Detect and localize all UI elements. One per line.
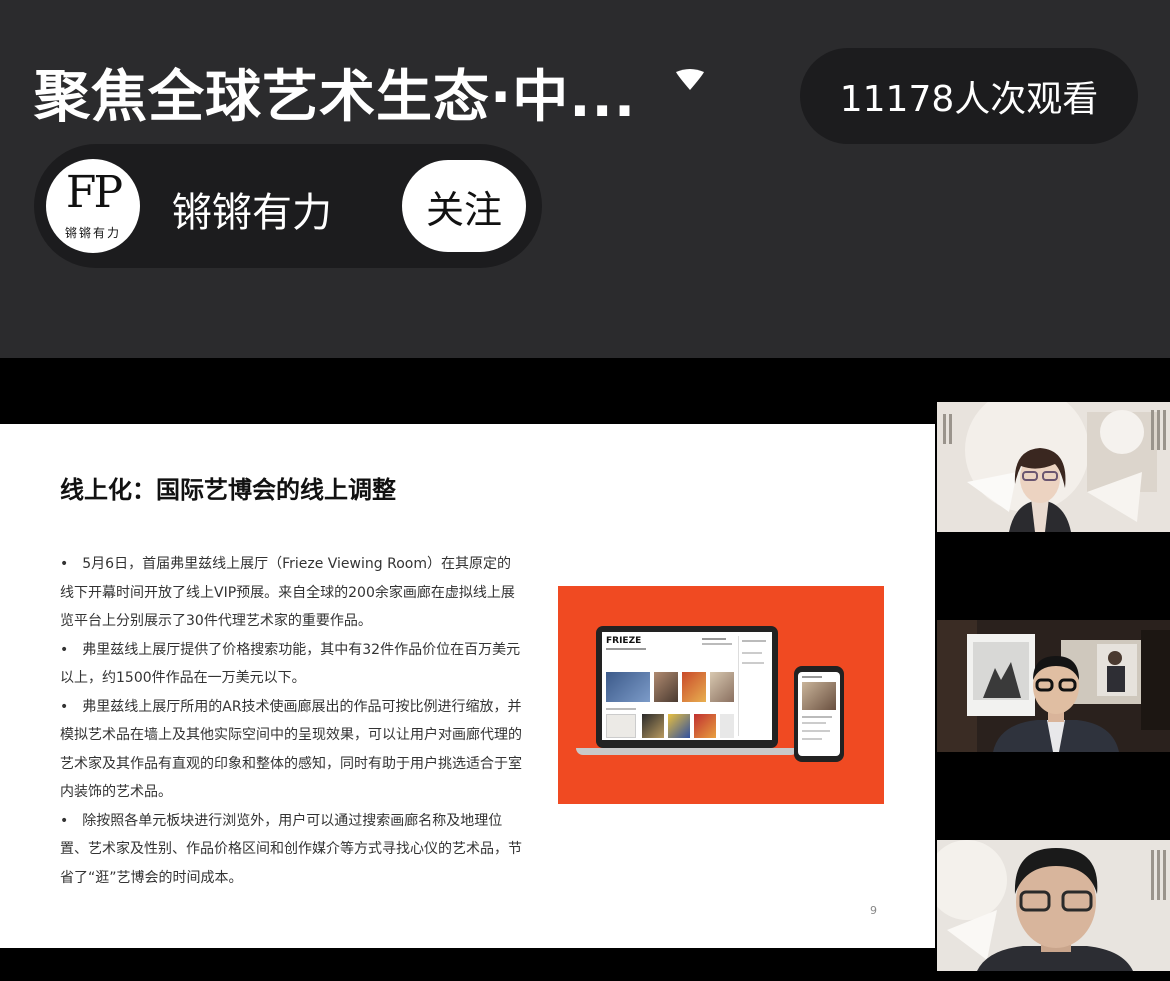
artwork-thumbnail <box>694 714 716 738</box>
avatar-caption: 锵锵有力 <box>64 226 121 240</box>
live-video-area[interactable]: 线上化：国际艺博会的线上调整 • 5月6日，首届弗里兹线上展厅（Frieze V… <box>0 358 1170 981</box>
author-name[interactable]: 锵锵有力 <box>172 180 332 238</box>
avatar-logo: FP <box>65 167 123 218</box>
laptop-base <box>576 748 798 755</box>
avatar[interactable]: FP 锵锵有力 <box>46 159 140 253</box>
phone-screen <box>798 672 840 756</box>
caret-down-icon[interactable] <box>672 68 708 92</box>
participant-video-2[interactable] <box>937 620 1170 752</box>
laptop-mockup: FRIEZE <box>596 626 778 748</box>
author-card[interactable]: FP 锵锵有力 锵锵有力 关注 <box>34 144 542 268</box>
artwork-thumbnail <box>642 714 664 738</box>
participant-video-3-scene <box>937 840 1170 971</box>
participant-video-3[interactable] <box>937 840 1170 971</box>
viewer-count-badge: 11178人次观看 <box>800 48 1138 144</box>
presentation-slide: 线上化：国际艺博会的线上调整 • 5月6日，首届弗里兹线上展厅（Frieze V… <box>0 424 935 948</box>
artwork-thumbnail <box>802 682 836 710</box>
slide-bullet: • 弗里兹线上展厅提供了价格搜索功能，其中有32件作品价位在百万美元以上，约15… <box>60 641 521 687</box>
slide-illustration: FRIEZE <box>558 586 884 804</box>
artwork-thumbnail <box>606 714 636 738</box>
artwork-thumbnail <box>606 672 650 702</box>
artwork-thumbnail <box>668 714 690 738</box>
frieze-logo: FRIEZE <box>606 636 642 646</box>
live-title[interactable]: 聚焦全球艺术生态·中... <box>34 52 636 133</box>
slide-title: 线上化：国际艺博会的线上调整 <box>60 476 396 504</box>
participant-video-1[interactable] <box>937 402 1170 532</box>
laptop-screen: FRIEZE <box>602 632 772 740</box>
artwork-thumbnail <box>682 672 706 702</box>
slide-page-number: 9 <box>870 904 877 917</box>
viewer-count-text: 11178人次观看 <box>839 79 1099 120</box>
follow-button[interactable]: 关注 <box>402 160 526 252</box>
artwork-thumbnail <box>710 672 734 702</box>
participant-video-2-scene <box>937 620 1170 752</box>
artwork-thumbnail <box>654 672 678 702</box>
slide-bullet: • 弗里兹线上展厅所用的AR技术使画廊展出的作品可按比例进行缩放，并模拟艺术品在… <box>60 698 522 801</box>
participant-video-1-scene <box>937 402 1170 532</box>
slide-bullet-list: • 5月6日，首届弗里兹线上展厅（Frieze Viewing Room）在其原… <box>60 550 522 892</box>
artwork-thumbnail <box>720 714 734 738</box>
phone-mockup <box>794 666 844 762</box>
slide-bullet: • 除按照各单元板块进行浏览外，用户可以通过搜索画廊名称及地理位置、艺术家及性别… <box>60 812 522 886</box>
slide-bullet: • 5月6日，首届弗里兹线上展厅（Frieze Viewing Room）在其原… <box>60 556 515 629</box>
